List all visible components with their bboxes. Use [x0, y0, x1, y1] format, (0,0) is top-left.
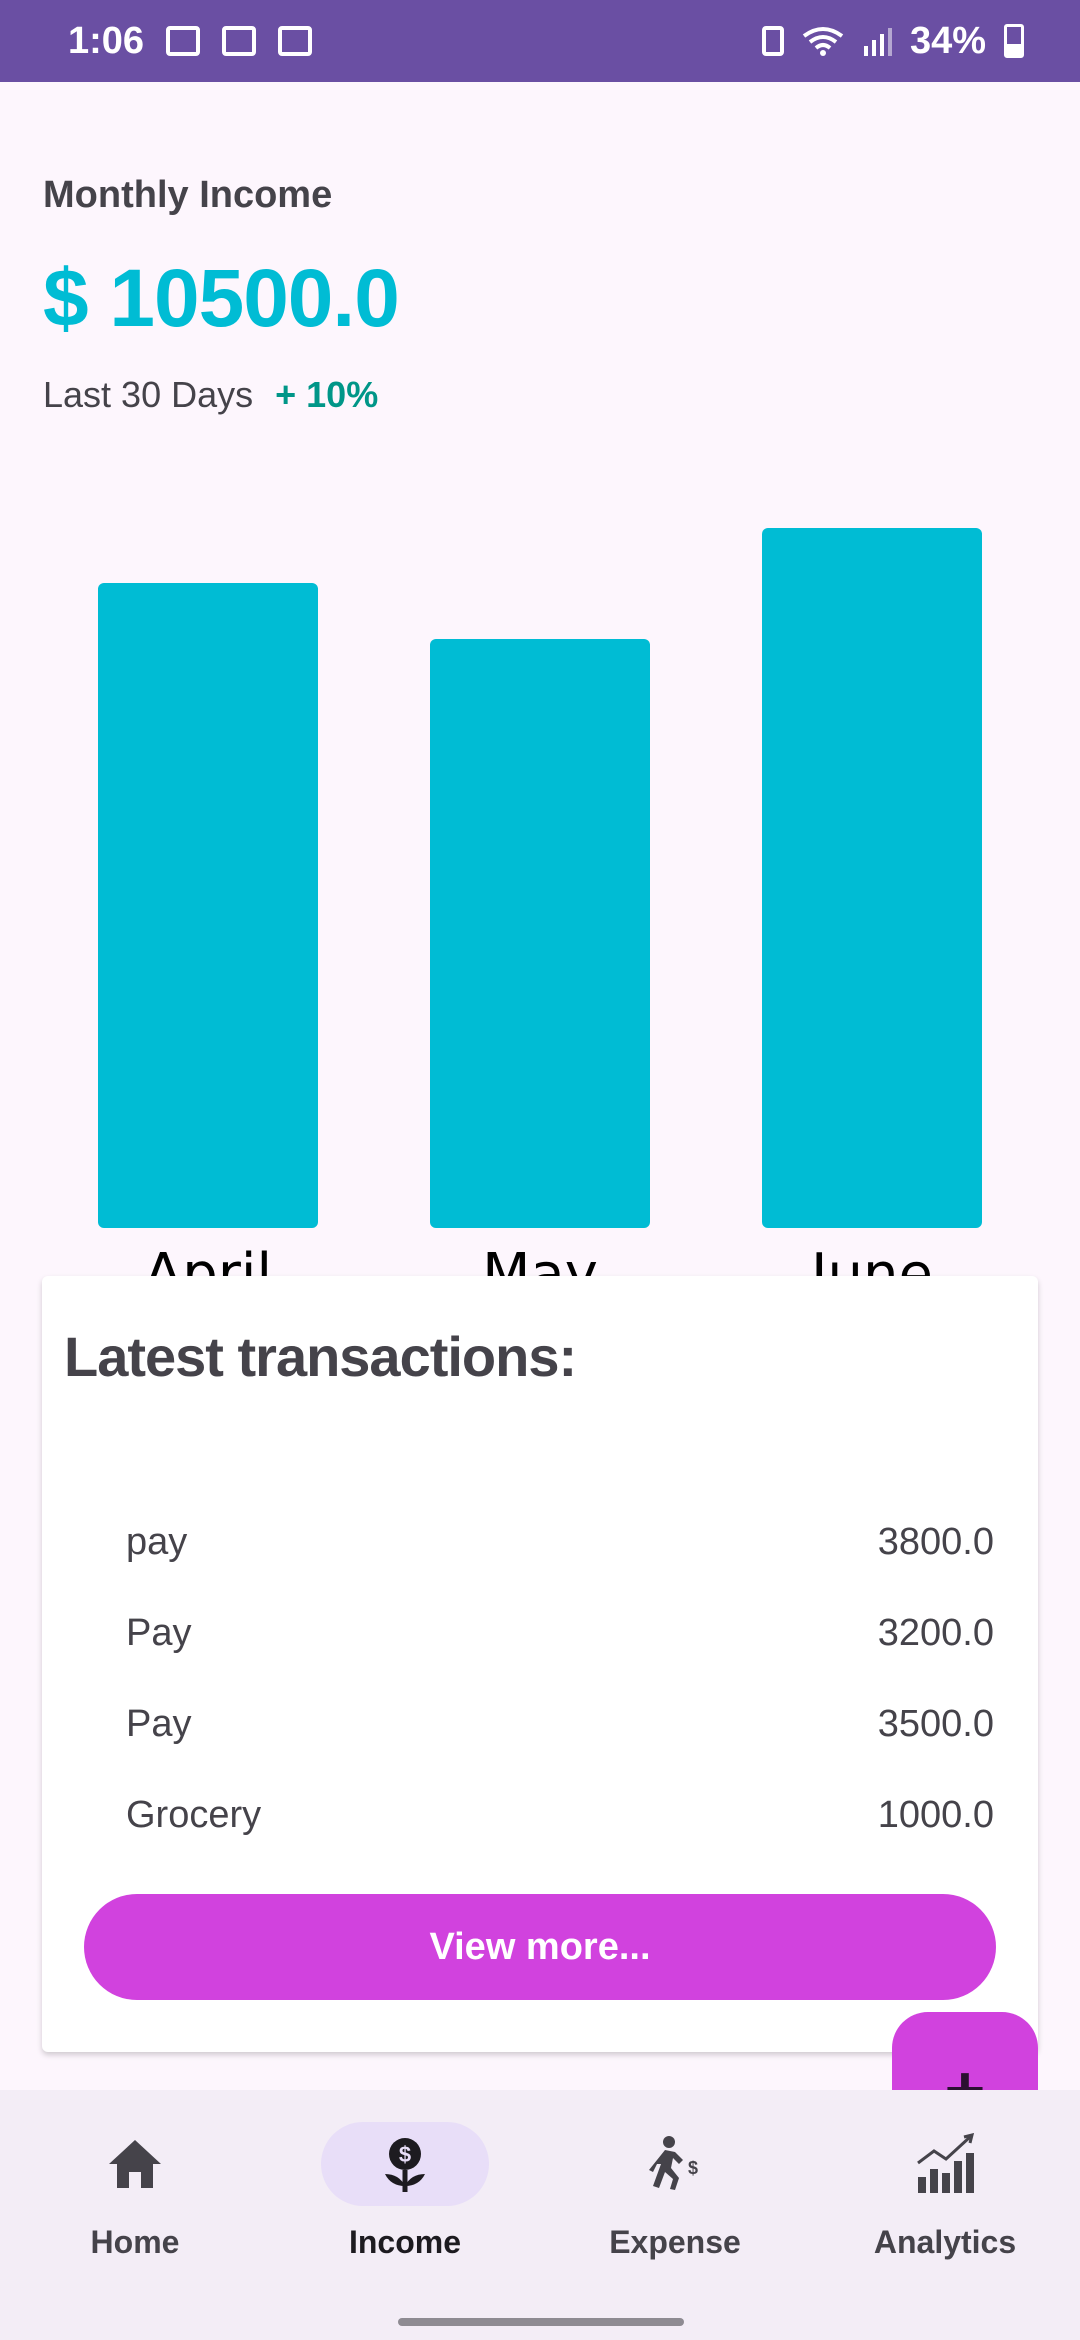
chart-bar-april	[98, 583, 318, 1228]
transaction-name: Pay	[126, 1702, 192, 1745]
nav-label: Analytics	[873, 2224, 1017, 2260]
income-bar-chart: April May June	[0, 432, 1080, 1332]
nav-label: Expense	[609, 2224, 741, 2260]
transaction-amount: 3200.0	[877, 1611, 994, 1654]
wifi-icon	[802, 27, 844, 56]
transactions-title: Latest transactions:	[64, 1325, 577, 1388]
page-title: Monthly Income	[43, 174, 333, 216]
nav-item-analytics[interactable]: Analytics	[810, 2122, 1080, 2282]
chart-bar-may	[430, 638, 650, 1228]
bottom-navigation: Home $ Income $ Expense Analytics	[0, 2090, 1080, 2340]
device-icon	[222, 26, 257, 56]
view-more-button[interactable]: View more...	[84, 1894, 996, 2000]
nav-item-income[interactable]: $ Income	[270, 2122, 540, 2282]
transaction-row[interactable]: pay 3800.0	[126, 1512, 994, 1572]
svg-text:$: $	[688, 2158, 698, 2178]
period-change: + 10%	[275, 374, 379, 415]
status-time: 1:06	[68, 19, 145, 62]
transaction-name: Grocery	[126, 1793, 262, 1836]
battery-saver-icon	[761, 26, 784, 56]
svg-text:$: $	[399, 2142, 411, 2167]
nav-item-home[interactable]: Home	[0, 2122, 270, 2282]
income-amount: $ 10500.0	[43, 253, 400, 344]
gallery-icon	[166, 26, 201, 56]
period-row: Last 30 Days + 10%	[43, 374, 378, 416]
income-icon: $	[377, 2134, 433, 2194]
transaction-amount: 3800.0	[877, 1520, 994, 1563]
latest-transactions-card: Latest transactions: pay 3800.0 Pay 3200…	[42, 1276, 1038, 2052]
transaction-name: pay	[126, 1520, 188, 1563]
transaction-row[interactable]: Pay 3500.0	[126, 1694, 994, 1754]
battery-icon	[1004, 24, 1024, 58]
status-bar: 1:06 34%	[0, 0, 1080, 82]
period-label: Last 30 Days	[43, 374, 254, 415]
signal-icon	[863, 28, 892, 56]
analytics-icon	[914, 2133, 976, 2195]
battery-percentage: 34%	[909, 19, 986, 62]
transaction-amount: 1000.0	[877, 1793, 994, 1836]
transaction-row[interactable]: Pay 3200.0	[126, 1603, 994, 1663]
chart-bar-june	[762, 528, 982, 1228]
app-notification-icon	[278, 26, 313, 56]
nav-label: Income	[348, 2224, 462, 2260]
transaction-amount: 3500.0	[877, 1702, 994, 1745]
nav-item-expense[interactable]: $ Expense	[540, 2122, 810, 2282]
expense-icon: $	[645, 2134, 705, 2194]
home-icon	[105, 2136, 165, 2192]
transaction-name: Pay	[126, 1611, 192, 1654]
transaction-row[interactable]: Grocery 1000.0	[126, 1785, 994, 1845]
gesture-handle[interactable]	[398, 2318, 684, 2326]
nav-label: Home	[90, 2224, 180, 2260]
